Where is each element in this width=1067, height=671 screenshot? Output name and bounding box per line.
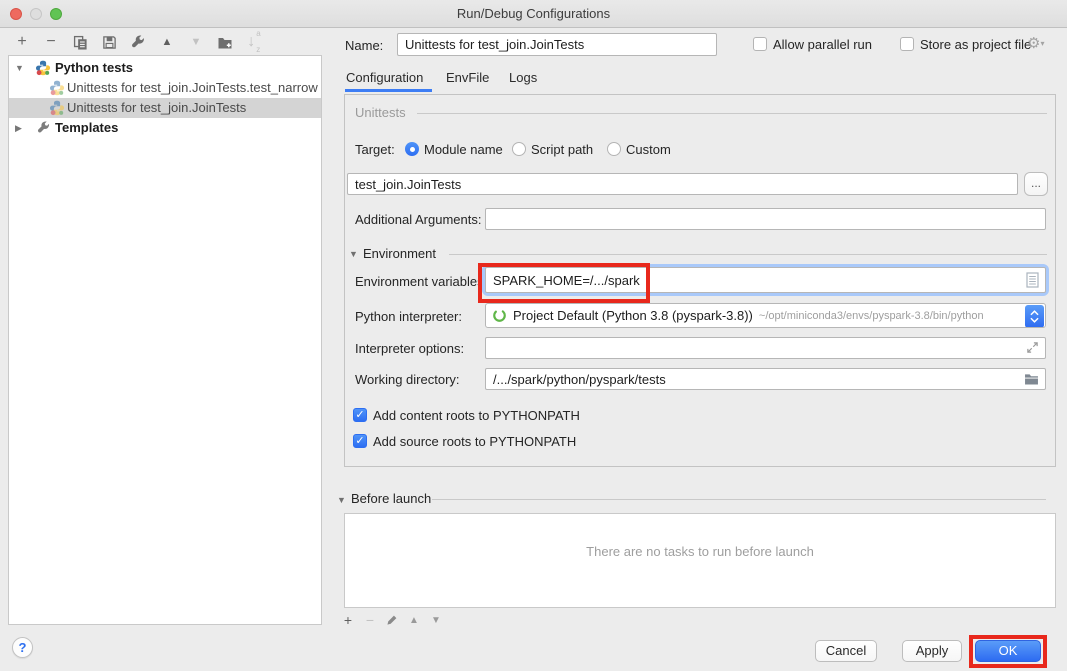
tree-item-unittests-jointests[interactable]: Unittests for test_join.JoinTests xyxy=(9,98,321,118)
target-module-name-radio[interactable] xyxy=(405,142,419,156)
move-down-icon: ▼ xyxy=(188,34,204,50)
configurations-tree: ▼ Python tests Unittests for test_join.J… xyxy=(8,55,322,625)
name-label: Name: xyxy=(345,38,383,54)
python-interpreter-label: Python interpreter: xyxy=(355,309,462,325)
configuration-panel: Unittests Target: Module name Script pat… xyxy=(344,94,1056,467)
environment-separator-line xyxy=(449,254,1047,255)
target-custom-label: Custom xyxy=(626,142,671,158)
expand-field-icon[interactable] xyxy=(1026,341,1039,357)
folder-icon[interactable] xyxy=(1024,373,1039,388)
tree-item-label: Templates xyxy=(55,118,118,138)
tab-envfile[interactable]: EnvFile xyxy=(446,70,489,85)
tree-item-label: Python tests xyxy=(55,58,133,78)
conda-env-icon xyxy=(492,308,507,323)
module-name-input[interactable] xyxy=(347,173,1018,195)
working-directory-input[interactable] xyxy=(485,368,1046,390)
python-tests-icon xyxy=(35,60,51,78)
tab-logs[interactable]: Logs xyxy=(509,70,537,85)
sort-configurations-icon: ↓ a z xyxy=(246,34,262,50)
target-module-name-label: Module name xyxy=(424,142,503,158)
python-interpreter-value: Project Default (Python 3.8 (pyspark-3.8… xyxy=(513,308,753,323)
titlebar: Run/Debug Configurations xyxy=(0,0,1067,28)
templates-wrench-icon xyxy=(37,121,51,138)
help-button[interactable]: ? xyxy=(12,637,33,658)
allow-parallel-run-label: Allow parallel run xyxy=(773,37,872,53)
unittests-group-label: Unittests xyxy=(355,105,406,121)
tab-configuration[interactable]: Configuration xyxy=(346,70,423,85)
run-debug-configurations-dialog: Run/Debug Configurations + − ▲ ▼ ↓ a z xyxy=(0,0,1067,671)
tree-item-label: Unittests for test_join.JoinTests xyxy=(67,98,246,118)
environment-variables-field xyxy=(485,267,1046,293)
env-vars-list-icon[interactable] xyxy=(1026,272,1039,291)
target-script-path-label: Script path xyxy=(531,142,593,158)
tree-item-unittests-test-narrow[interactable]: Unittests for test_join.JoinTests.test_n… xyxy=(9,78,321,98)
add-source-roots-label: Add source roots to PYTHONPATH xyxy=(373,434,576,450)
environment-variables-input[interactable] xyxy=(485,267,1046,293)
new-folder-icon[interactable] xyxy=(217,34,233,50)
add-content-roots-checkbox[interactable]: ✓ xyxy=(353,408,367,422)
environment-variables-label: Environment variables: xyxy=(355,274,487,290)
python-test-icon xyxy=(49,80,65,98)
gear-icon[interactable]: ⚙▾ xyxy=(1027,34,1044,52)
before-launch-tasks-panel: There are no tasks to run before launch xyxy=(344,513,1056,608)
interpreter-options-label: Interpreter options: xyxy=(355,341,464,357)
target-label: Target: xyxy=(355,142,395,158)
gear-dropdown-glyph: ▾ xyxy=(1040,39,1044,48)
active-tab-indicator xyxy=(345,89,432,92)
interpreter-options-input[interactable] xyxy=(485,337,1046,359)
task-up-icon: ▲ xyxy=(407,615,421,626)
ok-button[interactable]: OK xyxy=(975,640,1041,662)
tree-item-templates[interactable]: ▶ Templates xyxy=(9,118,321,138)
before-launch-arrow-icon[interactable]: ▼ xyxy=(337,494,346,506)
add-content-roots-label: Add content roots to PYTHONPATH xyxy=(373,408,580,424)
before-launch-label: Before launch xyxy=(351,491,431,507)
collapsed-arrow-icon[interactable]: ▶ xyxy=(15,118,27,138)
interpreter-options-field xyxy=(485,337,1046,359)
remove-configuration-icon[interactable]: − xyxy=(43,34,59,50)
before-launch-toolbar: + − ▲ ▼ xyxy=(341,612,443,628)
python-test-icon xyxy=(49,100,65,118)
edit-templates-icon[interactable] xyxy=(130,34,146,50)
working-directory-field xyxy=(485,368,1046,390)
name-input[interactable] xyxy=(397,33,717,56)
cancel-button[interactable]: Cancel xyxy=(815,640,877,662)
tree-item-python-tests[interactable]: ▼ Python tests xyxy=(9,58,321,78)
working-directory-label: Working directory: xyxy=(355,372,460,388)
python-interpreter-path: ~/opt/miniconda3/envs/pyspark-3.8/bin/py… xyxy=(759,310,984,322)
store-as-project-file-checkbox[interactable] xyxy=(900,37,914,51)
expanded-arrow-icon[interactable]: ▼ xyxy=(15,58,27,78)
add-configuration-icon[interactable]: + xyxy=(14,34,30,50)
copy-configuration-icon[interactable] xyxy=(72,34,88,50)
sort-letter-a: a xyxy=(256,26,260,42)
allow-parallel-run-checkbox[interactable] xyxy=(753,37,767,51)
group-separator-line xyxy=(417,113,1047,114)
additional-arguments-input[interactable] xyxy=(485,208,1046,230)
before-launch-empty-message: There are no tasks to run before launch xyxy=(345,544,1055,559)
configurations-toolbar: + − ▲ ▼ ↓ a z xyxy=(14,33,262,51)
target-script-path-radio[interactable] xyxy=(512,142,526,156)
add-source-roots-checkbox[interactable]: ✓ xyxy=(353,434,367,448)
store-as-project-file-label: Store as project file xyxy=(920,37,1031,53)
move-up-icon[interactable]: ▲ xyxy=(159,34,175,50)
task-down-icon: ▼ xyxy=(429,615,443,626)
save-configuration-icon[interactable] xyxy=(101,34,117,50)
combo-stepper-icon[interactable] xyxy=(1025,305,1044,328)
additional-arguments-label: Additional Arguments: xyxy=(355,212,481,228)
window-title: Run/Debug Configurations xyxy=(0,0,1067,28)
tree-item-label: Unittests for test_join.JoinTests.test_n… xyxy=(67,78,318,98)
target-custom-radio[interactable] xyxy=(607,142,621,156)
environment-section-arrow-icon[interactable]: ▼ xyxy=(349,248,358,260)
add-task-icon[interactable]: + xyxy=(341,612,355,628)
environment-section-label: Environment xyxy=(363,246,436,262)
apply-button[interactable]: Apply xyxy=(902,640,962,662)
edit-task-icon xyxy=(385,614,399,627)
python-interpreter-select[interactable]: Project Default (Python 3.8 (pyspark-3.8… xyxy=(485,303,1046,328)
gear-glyph: ⚙ xyxy=(1027,35,1040,52)
sort-arrow-glyph: ↓ xyxy=(247,34,255,50)
before-launch-separator-line xyxy=(432,499,1046,500)
remove-task-icon: − xyxy=(363,612,377,628)
browse-button[interactable]: ... xyxy=(1024,172,1048,196)
